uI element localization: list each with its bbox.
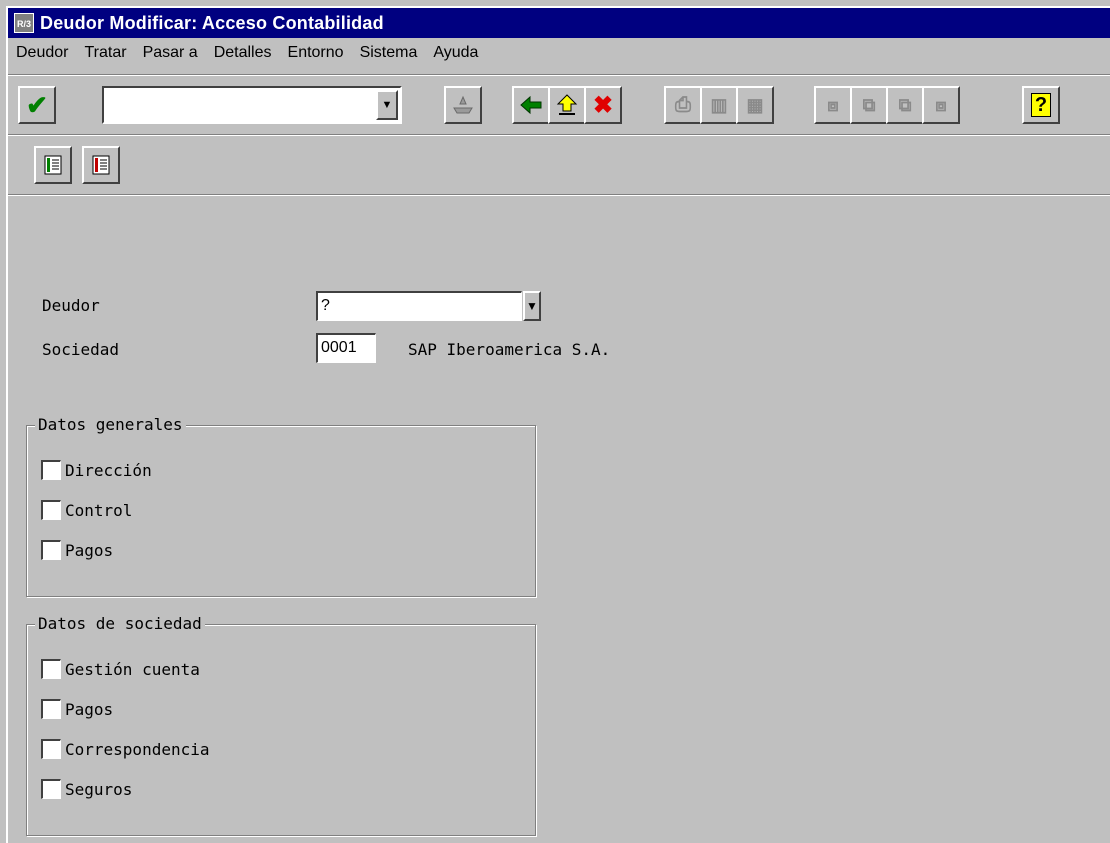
deudor-input[interactable]: ? — [316, 291, 522, 321]
find-next-icon: ▦ — [746, 94, 764, 115]
checkbox-label: Gestión cuenta — [65, 659, 200, 679]
sociedad-label: Sociedad — [42, 340, 120, 359]
last-page-icon: ⧈ — [935, 94, 947, 115]
checkbox[interactable] — [41, 739, 61, 759]
menu-deudor[interactable]: Deudor — [16, 44, 68, 62]
app-icon[interactable]: R/3 — [14, 13, 34, 33]
command-dropdown-button[interactable]: ▼ — [376, 90, 398, 120]
checkbox-direccion[interactable]: Dirección — [41, 460, 152, 480]
chevron-down-icon: ▼ — [381, 99, 393, 111]
checkbox[interactable] — [41, 540, 61, 560]
sociedad-name: SAP Iberoamerica S.A. — [408, 340, 611, 359]
checkbox-label: Dirección — [65, 460, 152, 480]
checkbox-label: Pagos — [65, 699, 114, 719]
deselect-all-icon — [92, 155, 110, 175]
menu-detalles[interactable]: Detalles — [214, 44, 272, 62]
toolbar-divider — [8, 134, 1110, 136]
menu-entorno[interactable]: Entorno — [288, 44, 344, 62]
enter-button[interactable]: ✔ — [18, 86, 56, 124]
datos-sociedad-group: Datos de sociedad Gestión cuenta Pagos C… — [26, 614, 536, 836]
datos-generales-title: Datos generales — [35, 415, 186, 434]
prev-page-icon: ⧉ — [862, 94, 876, 115]
find-next-button[interactable]: ▦ — [736, 86, 774, 124]
datos-generales-group: Datos generales Dirección Control Pagos — [26, 415, 536, 597]
menu-sistema[interactable]: Sistema — [360, 44, 418, 62]
checkbox[interactable] — [41, 500, 61, 520]
deudor-label: Deudor — [42, 296, 100, 315]
deudor-search-help-button[interactable]: ▼ — [523, 291, 541, 321]
menu-bar: Deudor Tratar Pasar a Detalles Entorno S… — [8, 39, 1110, 67]
find-icon: ▥ — [710, 94, 728, 115]
checkbox-label: Pagos — [65, 540, 114, 560]
cancel-button[interactable]: ✖ — [584, 86, 622, 124]
window-title: Deudor Modificar: Acceso Contabilidad — [40, 12, 384, 33]
exit-button[interactable] — [548, 86, 586, 124]
sap-window: R/3 Deudor Modificar: Acceso Contabilida… — [6, 6, 1110, 843]
first-page-button[interactable]: ⧈ — [814, 86, 852, 124]
back-arrow-icon — [520, 95, 542, 115]
application-toolbar — [12, 146, 312, 190]
menu-divider — [8, 74, 1110, 76]
checkbox[interactable] — [41, 460, 61, 480]
checkbox-pagos-generales[interactable]: Pagos — [41, 540, 113, 560]
standard-toolbar: ✔ ▼ ✖ ⎙ ▥ ▦ ⧈ ⧉ ⧉ ⧈ ? — [12, 83, 1108, 127]
chevron-down-icon: ▼ — [526, 299, 538, 313]
back-button[interactable] — [512, 86, 550, 124]
help-icon: ? — [1030, 93, 1052, 117]
select-all-icon — [44, 155, 62, 175]
menu-pasar-a[interactable]: Pasar a — [143, 44, 198, 62]
checkbox[interactable] — [41, 699, 61, 719]
up-arrow-icon — [556, 94, 578, 115]
first-page-icon: ⧈ — [827, 94, 839, 115]
app-toolbar-divider — [8, 194, 1110, 196]
checkbox[interactable] — [41, 659, 61, 679]
checkbox-label: Control — [65, 500, 133, 520]
deselect-all-button[interactable] — [82, 146, 120, 184]
checkbox-control[interactable]: Control — [41, 500, 132, 520]
save-icon — [453, 95, 473, 114]
check-icon: ✔ — [26, 89, 48, 120]
checkbox[interactable] — [41, 779, 61, 799]
next-page-button[interactable]: ⧉ — [886, 86, 924, 124]
select-all-button[interactable] — [34, 146, 72, 184]
checkbox-label: Correspondencia — [65, 739, 210, 759]
print-icon: ⎙ — [675, 93, 691, 116]
checkbox-gestion-cuenta[interactable]: Gestión cuenta — [41, 659, 200, 679]
checkbox-seguros[interactable]: Seguros — [41, 779, 132, 799]
datos-sociedad-title: Datos de sociedad — [35, 614, 205, 633]
menu-ayuda[interactable]: Ayuda — [433, 44, 478, 62]
prev-page-button[interactable]: ⧉ — [850, 86, 888, 124]
find-button[interactable]: ▥ — [700, 86, 738, 124]
title-bar: R/3 Deudor Modificar: Acceso Contabilida… — [8, 8, 1110, 38]
sociedad-input[interactable]: 0001 — [316, 333, 376, 363]
next-page-icon: ⧉ — [898, 94, 912, 115]
cancel-icon: ✖ — [592, 91, 614, 119]
last-page-button[interactable]: ⧈ — [922, 86, 960, 124]
menu-tratar[interactable]: Tratar — [84, 44, 126, 62]
help-button[interactable]: ? — [1022, 86, 1060, 124]
command-field[interactable]: ▼ — [102, 86, 402, 124]
checkbox-pagos-sociedad[interactable]: Pagos — [41, 699, 113, 719]
save-button[interactable] — [444, 86, 482, 124]
print-button[interactable]: ⎙ — [664, 86, 702, 124]
checkbox-correspondencia[interactable]: Correspondencia — [41, 739, 210, 759]
checkbox-label: Seguros — [65, 779, 133, 799]
